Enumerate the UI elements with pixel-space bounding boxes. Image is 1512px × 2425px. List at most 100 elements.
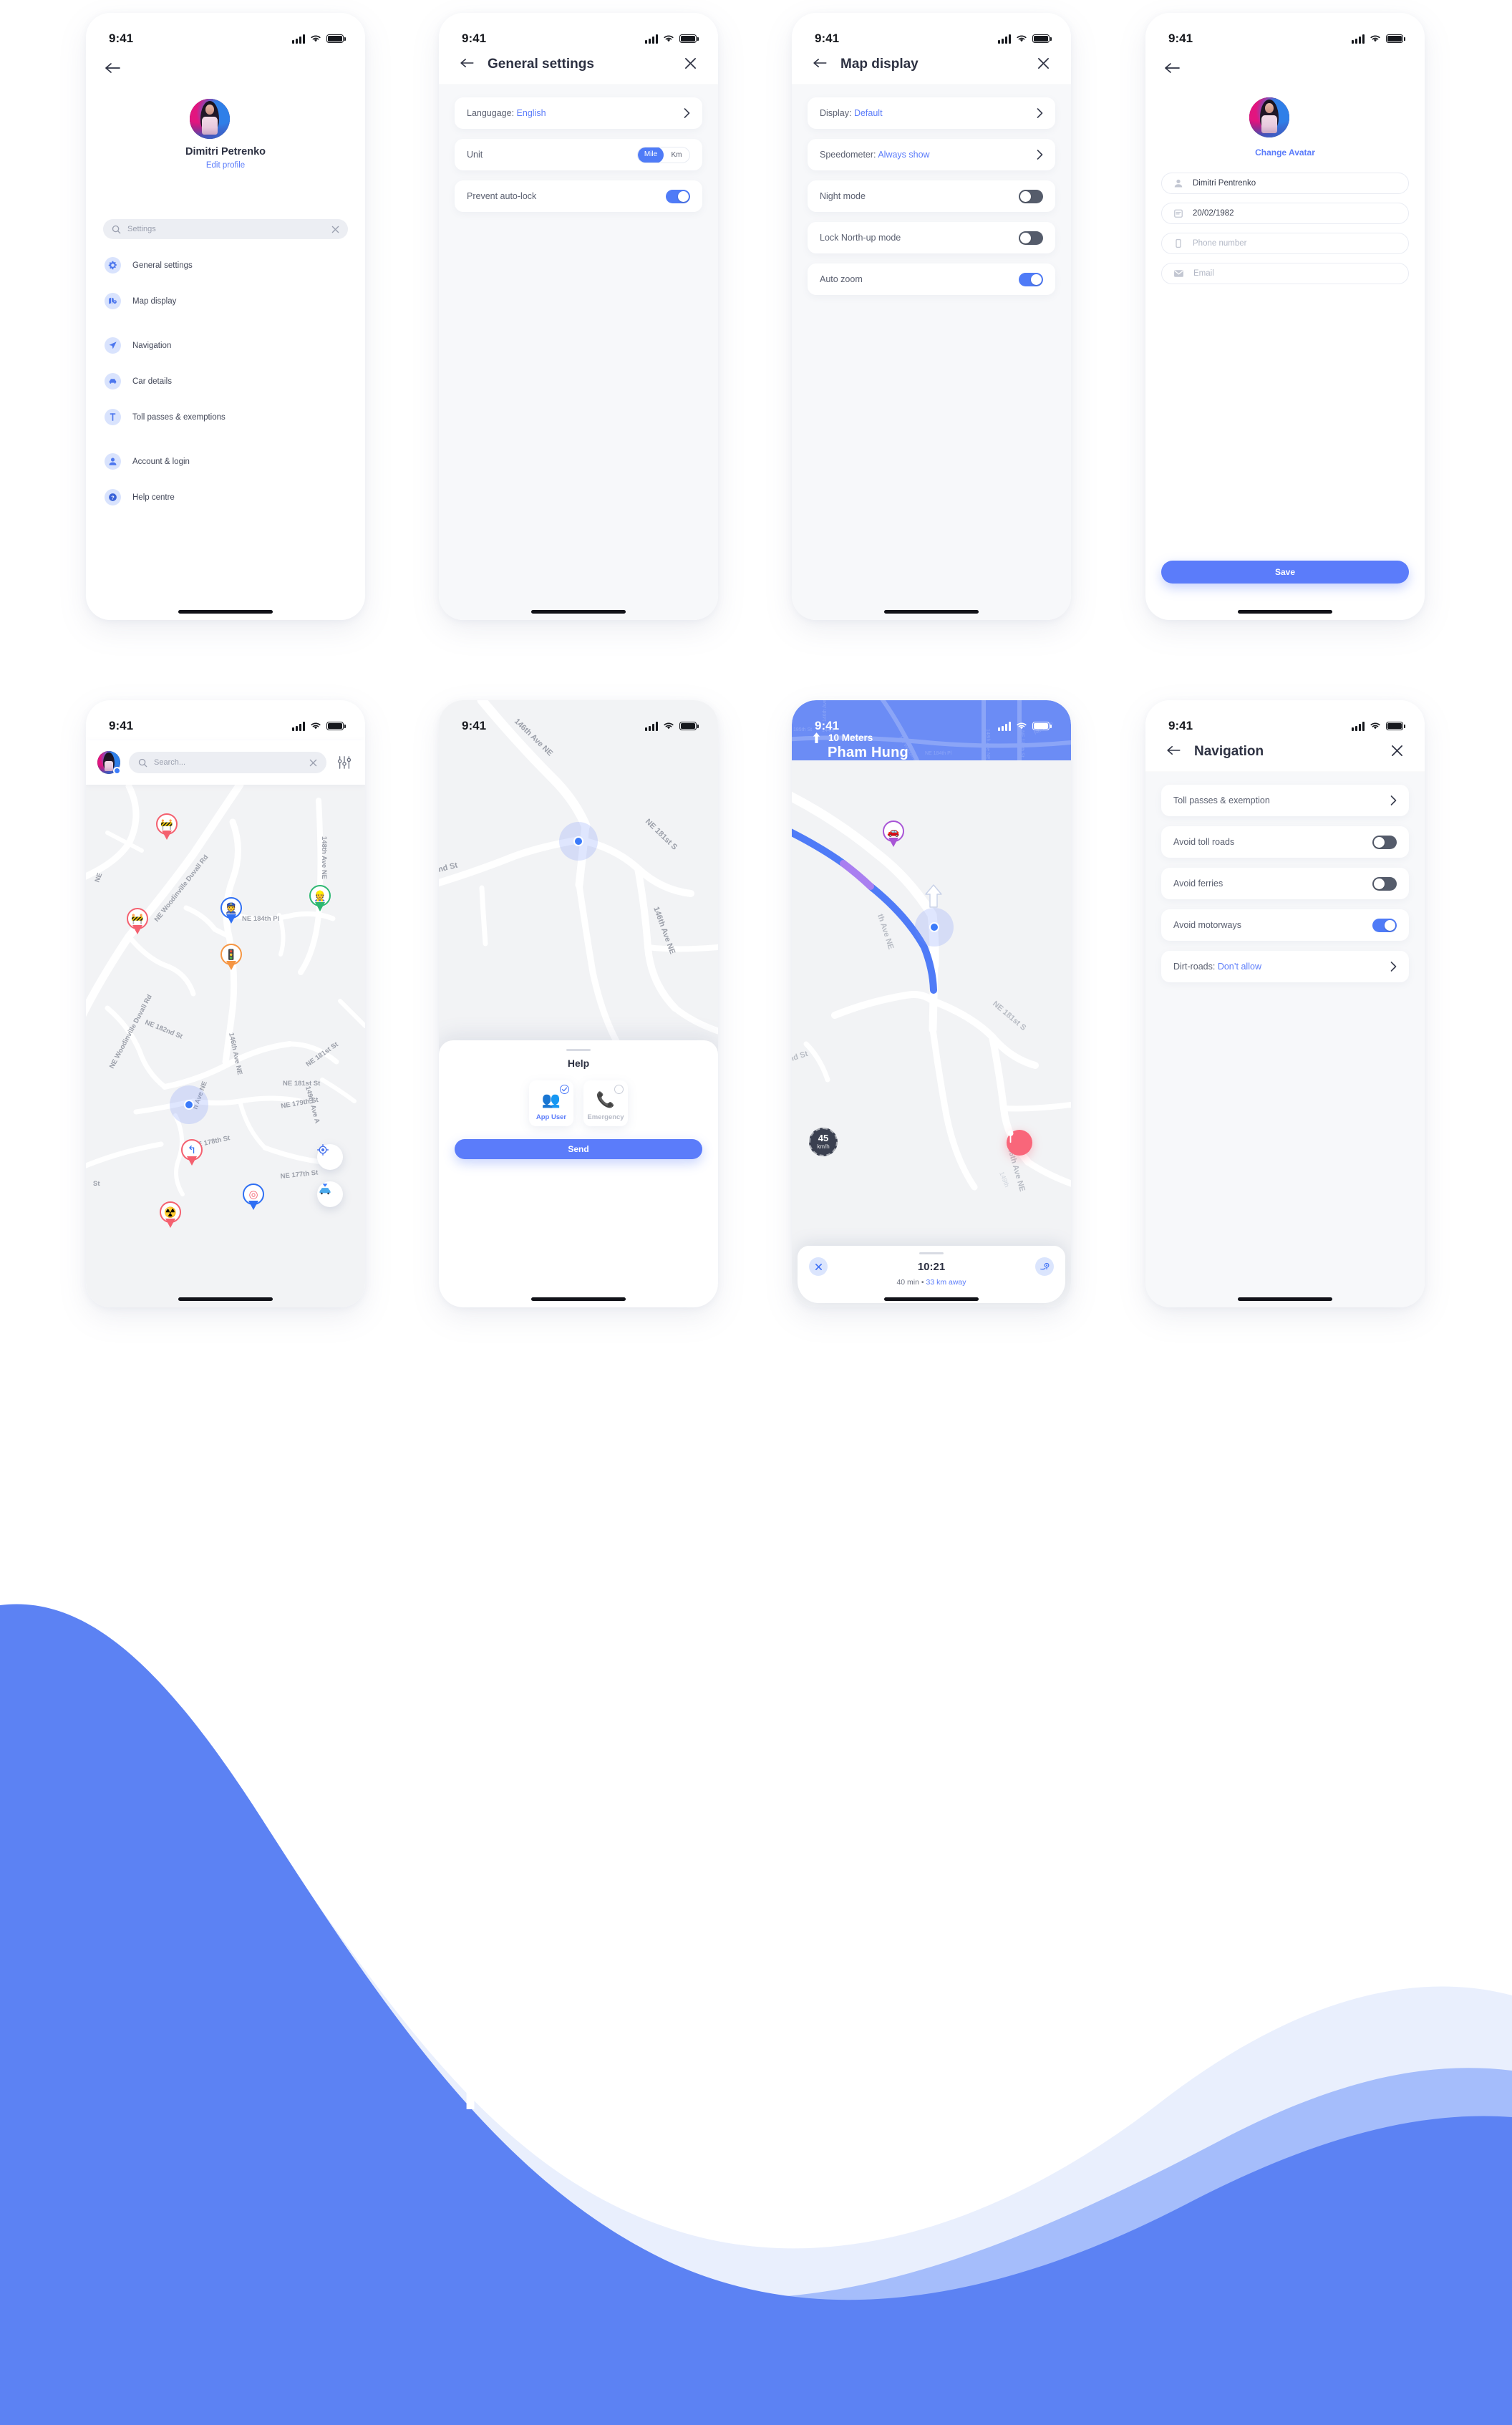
map-canvas[interactable]: NE NE Woodinville Duvall Rd NE Woodinvil…	[86, 700, 365, 1307]
sidebar-item-account-login[interactable]: Account & login	[105, 452, 349, 470]
signal-icon	[998, 34, 1011, 44]
help-option-emergency[interactable]: 📞 Emergency	[583, 1080, 628, 1126]
sidebar-item-map-display[interactable]: Map display	[105, 292, 349, 310]
email-field[interactable]: Email	[1161, 263, 1409, 284]
navigation-arrow-marker	[925, 884, 942, 908]
close-icon[interactable]	[1387, 741, 1406, 760]
battery-icon	[326, 722, 346, 730]
setting-row-avoid-ferries[interactable]: Avoid ferries	[1161, 868, 1409, 899]
home-indicator	[178, 1297, 273, 1301]
target-pin[interactable]: ◎	[243, 1184, 264, 1211]
filter-icon[interactable]	[335, 753, 354, 772]
hazard-pin[interactable]: ☢️	[160, 1201, 181, 1229]
setting-row-night-mode[interactable]: Night mode	[808, 180, 1055, 212]
edit-profile-link[interactable]: Edit profile	[86, 161, 365, 170]
end-navigation-button[interactable]	[809, 1257, 828, 1276]
back-button[interactable]	[1163, 59, 1181, 77]
roadblock-pin[interactable]: 🚧	[127, 908, 148, 935]
save-button[interactable]: Save	[1161, 561, 1409, 584]
sidebar-item-general-settings[interactable]: General settings	[105, 256, 349, 274]
name-field[interactable]: Dimitri Pentrenko	[1161, 173, 1409, 194]
setting-row-avoid-toll-roads[interactable]: Avoid toll roads	[1161, 826, 1409, 858]
wifi-icon	[664, 722, 674, 730]
birthdate-field[interactable]: 20/02/1982	[1161, 203, 1409, 224]
toggle-avoid-ferries[interactable]	[1372, 876, 1397, 891]
sidebar-item-car-details[interactable]: Car details	[105, 372, 349, 390]
traffic-light-pin[interactable]: 🚦	[220, 944, 242, 971]
sidebar-item-navigation[interactable]: Navigation	[105, 337, 349, 354]
help-option-app-user[interactable]: 👥 App User	[529, 1080, 573, 1126]
toggle-prevent-auto-lock[interactable]	[666, 189, 690, 203]
map-canvas[interactable]: th Ave NE NE 181st S nd St 146th Ave NE …	[792, 700, 1071, 1307]
status-time: 9:41	[815, 719, 840, 732]
setting-row-display[interactable]: Display: Default	[808, 97, 1055, 129]
sidebar-item-help-centre[interactable]: ? Help centre	[105, 488, 349, 506]
home-indicator	[884, 610, 979, 614]
no-left-turn-pin[interactable]: ↰	[181, 1139, 203, 1166]
toggle-avoid-motorways[interactable]	[1372, 918, 1397, 932]
setting-row-unit[interactable]: Unit Mile Km	[455, 139, 702, 170]
back-button[interactable]	[810, 54, 829, 72]
clear-icon[interactable]	[331, 226, 339, 233]
toll-icon	[105, 409, 121, 425]
phone-field[interactable]: Phone number	[1161, 233, 1409, 254]
destination-marker[interactable]	[1007, 1130, 1032, 1156]
setting-row-dirt-roads[interactable]: Dirt-roads: Don’t allow	[1161, 951, 1409, 982]
toggle-auto-zoom[interactable]	[1019, 272, 1043, 286]
map-search-bar: Search...	[86, 740, 365, 785]
setting-row-auto-zoom[interactable]: Auto zoom	[808, 263, 1055, 295]
setting-row-prevent-auto-lock[interactable]: Prevent auto-lock	[455, 180, 702, 212]
back-button[interactable]	[1164, 741, 1183, 760]
route-overview-button[interactable]	[1035, 1257, 1054, 1276]
roadblock-pin[interactable]: 🚧	[156, 813, 178, 841]
clear-icon[interactable]	[309, 759, 317, 767]
roadwork-pin[interactable]: 👷	[309, 885, 331, 912]
toggle-lock-north-up[interactable]	[1019, 231, 1043, 245]
sidebar-item-toll-passes[interactable]: Toll passes & exemptions	[105, 408, 349, 426]
setting-row-toll-passes[interactable]: Toll passes & exemption	[1161, 785, 1409, 816]
change-avatar-link[interactable]: Change Avatar	[1145, 147, 1425, 158]
status-indicators	[1352, 721, 1405, 731]
toggle-night-mode[interactable]	[1019, 189, 1043, 203]
wifi-icon	[664, 35, 674, 42]
settings-search-input[interactable]: Settings	[103, 219, 348, 239]
screen-profile-settings: 9:41 Dimitri Petrenko Edit profile Setti…	[86, 13, 365, 620]
setting-row-speedometer[interactable]: Speedometer: Always show	[808, 139, 1055, 170]
screen-help: 146th Ave NE NE 181st S 146th Ave NE nd …	[439, 700, 718, 1307]
segment-mile[interactable]: Mile	[638, 147, 664, 163]
avatar[interactable]	[97, 751, 121, 775]
avatar[interactable]	[1249, 97, 1289, 137]
sheet-title: Help	[567, 1057, 590, 1069]
unit-segmented-control[interactable]: Mile Km	[637, 146, 690, 163]
car-view-button[interactable]	[317, 1181, 343, 1207]
battery-icon	[1386, 722, 1405, 730]
police-pin[interactable]: 👮	[220, 897, 242, 924]
segment-km[interactable]: Km	[664, 147, 689, 163]
setting-row-avoid-motorways[interactable]: Avoid motorways	[1161, 909, 1409, 941]
car-crash-pin[interactable]: 🚗	[883, 821, 904, 848]
toggle-avoid-toll-roads[interactable]	[1372, 835, 1397, 849]
setting-row-language[interactable]: Langugage: English	[455, 97, 702, 129]
signal-icon	[292, 34, 305, 44]
back-button[interactable]	[457, 54, 476, 72]
page-title: Map display	[840, 57, 919, 72]
wifi-icon	[1370, 35, 1380, 42]
locate-button[interactable]	[317, 1144, 343, 1170]
back-button[interactable]	[103, 59, 122, 77]
speed-unit: km/h	[817, 1143, 830, 1150]
setting-label: Avoid motorways	[1173, 920, 1241, 930]
setting-row-lock-north-up[interactable]: Lock North-up mode	[808, 222, 1055, 253]
menu-divider-space	[105, 328, 349, 337]
eta-details: 40 min • 33 km away	[798, 1278, 1065, 1287]
close-icon[interactable]	[681, 54, 699, 72]
send-button[interactable]: Send	[455, 1139, 702, 1159]
sheet-grabber[interactable]	[919, 1252, 944, 1254]
eta-time: 10:21	[917, 1260, 946, 1273]
sheet-grabber[interactable]	[566, 1049, 591, 1051]
status-time: 9:41	[1168, 719, 1193, 732]
close-icon[interactable]	[1034, 54, 1052, 72]
setting-label-text: Langugage:	[467, 108, 515, 118]
sidebar-item-label: Toll passes & exemptions	[132, 412, 226, 422]
status-bar: 9:41	[1145, 13, 1425, 53]
map-search-input[interactable]: Search...	[129, 752, 326, 773]
